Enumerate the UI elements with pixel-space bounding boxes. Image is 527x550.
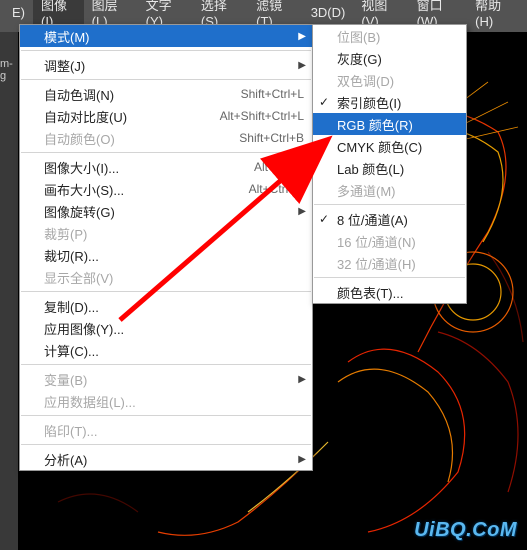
mi-auto-contrast[interactable]: 自动对比度(U) Alt+Shift+Ctrl+L <box>20 105 312 127</box>
mi-label: 分析(A) <box>44 450 304 469</box>
mi-bitmap: 位图(B) <box>313 25 466 47</box>
mi-rgb-color[interactable]: RGB 颜色(R) <box>313 113 466 135</box>
mi-label: 陷印(T)... <box>44 421 304 440</box>
menu-separator <box>21 152 311 153</box>
mi-label: 应用图像(Y)... <box>44 319 304 338</box>
submenu-arrow-icon: ▶ <box>298 206 306 217</box>
mi-16bit: 16 位/通道(N) <box>313 230 466 252</box>
mi-label: 位图(B) <box>337 27 458 46</box>
mi-label: 颜色表(T)... <box>337 283 458 302</box>
mi-label: 裁剪(P) <box>44 224 304 243</box>
mi-label: Lab 颜色(L) <box>337 159 458 178</box>
mode-submenu: 位图(B) 灰度(G) 双色调(D) ✓ 索引颜色(I) RGB 颜色(R) C… <box>312 24 467 304</box>
mi-shortcut: Shift+Ctrl+L <box>241 87 304 101</box>
mi-label: 8 位/通道(A) <box>337 210 458 229</box>
mi-label: 应用数据组(L)... <box>44 392 304 411</box>
menu-edit[interactable]: E) <box>4 2 33 23</box>
mi-label: 裁切(R)... <box>44 246 304 265</box>
mi-label: 双色调(D) <box>337 71 458 90</box>
mi-label: 32 位/通道(H) <box>337 254 458 273</box>
mi-duotone: 双色调(D) <box>313 69 466 91</box>
mi-label: 画布大小(S)... <box>44 180 229 199</box>
mi-label: 多通道(M) <box>337 181 458 200</box>
mi-adjustments[interactable]: 调整(J) ▶ <box>20 54 312 76</box>
mi-label: 索引颜色(I) <box>337 93 458 112</box>
mi-duplicate[interactable]: 复制(D)... <box>20 295 312 317</box>
mi-calculations[interactable]: 计算(C)... <box>20 339 312 361</box>
menu-help[interactable]: 帮助(H) <box>467 0 523 32</box>
submenu-arrow-icon: ▶ <box>298 374 306 385</box>
mi-multichannel: 多通道(M) <box>313 179 466 201</box>
mi-auto-color: 自动颜色(O) Shift+Ctrl+B <box>20 127 312 149</box>
submenu-arrow-icon: ▶ <box>298 60 306 71</box>
mi-shortcut: Shift+Ctrl+B <box>239 131 304 145</box>
mi-label: 调整(J) <box>44 56 304 75</box>
mi-cmyk-color[interactable]: CMYK 颜色(C) <box>313 135 466 157</box>
image-menu-dropdown: 模式(M) ▶ 调整(J) ▶ 自动色调(N) Shift+Ctrl+L 自动对… <box>19 24 313 471</box>
mi-image-rotation[interactable]: 图像旋转(G) ▶ <box>20 200 312 222</box>
menu-separator <box>21 50 311 51</box>
mi-label: 显示全部(V) <box>44 268 304 287</box>
mi-reveal-all: 显示全部(V) <box>20 266 312 288</box>
mi-label: 自动颜色(O) <box>44 129 219 148</box>
mi-apply-image[interactable]: 应用图像(Y)... <box>20 317 312 339</box>
mi-label: 图像大小(I)... <box>44 158 234 177</box>
mi-label: 自动对比度(U) <box>44 107 200 126</box>
menu-separator <box>21 444 311 445</box>
mi-8bit[interactable]: ✓ 8 位/通道(A) <box>313 208 466 230</box>
mi-grayscale[interactable]: 灰度(G) <box>313 47 466 69</box>
mi-label: CMYK 颜色(C) <box>337 137 458 156</box>
doc-tab-strip: m-g <box>0 32 18 550</box>
mi-shortcut: Alt+Ctrl+C <box>249 182 304 196</box>
check-icon: ✓ <box>319 212 329 226</box>
mi-label: 模式(M) <box>44 27 304 46</box>
mi-mode[interactable]: 模式(M) ▶ <box>20 25 312 47</box>
menu-separator <box>21 79 311 80</box>
menu-3d[interactable]: 3D(D) <box>303 2 354 23</box>
mi-shortcut: Alt+Ctrl+I <box>254 160 304 174</box>
submenu-arrow-icon: ▶ <box>298 454 306 465</box>
mi-indexed-color[interactable]: ✓ 索引颜色(I) <box>313 91 466 113</box>
watermark: UiBQ.CoM <box>414 519 517 542</box>
check-icon: ✓ <box>319 95 329 109</box>
menu-separator <box>314 204 465 205</box>
mi-color-table[interactable]: 颜色表(T)... <box>313 281 466 303</box>
mi-label: 复制(D)... <box>44 297 304 316</box>
mi-auto-tone[interactable]: 自动色调(N) Shift+Ctrl+L <box>20 83 312 105</box>
mi-label: 16 位/通道(N) <box>337 232 458 251</box>
menu-separator <box>21 364 311 365</box>
mi-label: 灰度(G) <box>337 49 458 68</box>
mi-canvas-size[interactable]: 画布大小(S)... Alt+Ctrl+C <box>20 178 312 200</box>
mi-label: 变量(B) <box>44 370 304 389</box>
mi-analysis[interactable]: 分析(A) ▶ <box>20 448 312 470</box>
mi-32bit: 32 位/通道(H) <box>313 252 466 274</box>
mi-label: RGB 颜色(R) <box>337 115 458 134</box>
mi-shortcut: Alt+Shift+Ctrl+L <box>220 109 304 123</box>
submenu-arrow-icon: ▶ <box>298 31 306 42</box>
mi-label: 图像旋转(G) <box>44 202 304 221</box>
mi-label: 自动色调(N) <box>44 85 221 104</box>
menu-separator <box>21 415 311 416</box>
mi-variables: 变量(B) ▶ <box>20 368 312 390</box>
mi-apply-data-set: 应用数据组(L)... <box>20 390 312 412</box>
mi-crop: 裁剪(P) <box>20 222 312 244</box>
mi-trap: 陷印(T)... <box>20 419 312 441</box>
mi-trim[interactable]: 裁切(R)... <box>20 244 312 266</box>
menu-separator <box>21 291 311 292</box>
mi-label: 计算(C)... <box>44 341 304 360</box>
mi-lab-color[interactable]: Lab 颜色(L) <box>313 157 466 179</box>
menu-separator <box>314 277 465 278</box>
menubar: E) 图像(I) 图层(L) 文字(Y) 选择(S) 滤镜(T) 3D(D) 视… <box>0 0 527 24</box>
mi-image-size[interactable]: 图像大小(I)... Alt+Ctrl+I <box>20 156 312 178</box>
